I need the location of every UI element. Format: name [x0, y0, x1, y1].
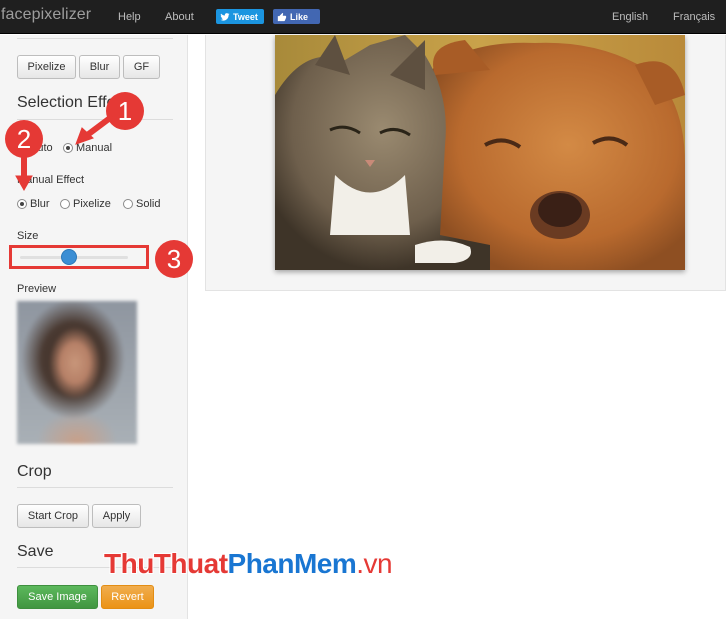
effect-solid-label: Solid [136, 198, 161, 210]
annotation-marker-3: 3 [155, 240, 193, 278]
cat-and-dog-photo[interactable] [275, 35, 685, 270]
thumbs-up-icon [277, 12, 287, 21]
nav-help-link[interactable]: Help [118, 11, 141, 23]
tweet-button[interactable]: Tweet [216, 9, 264, 24]
blurred-face-preview [17, 301, 137, 444]
manual-effect-label: Manual Effect [17, 174, 85, 186]
annotation-marker-2: 2 [5, 120, 43, 158]
watermark-part-2: PhanMem [227, 548, 357, 579]
effect-blur-radio[interactable]: Blur [17, 198, 50, 210]
pixelize-mode-button[interactable]: Pixelize [17, 55, 76, 79]
divider [17, 487, 173, 488]
tweet-label: Tweet [233, 11, 258, 22]
watermark-part-1: ThuThuat [104, 548, 228, 579]
apply-crop-button[interactable]: Apply [92, 504, 141, 528]
gf-mode-button[interactable]: GF [123, 55, 160, 79]
blur-mode-button[interactable]: Blur [79, 55, 120, 79]
nav-about-link[interactable]: About [165, 11, 194, 23]
crop-title: Crop [17, 463, 52, 480]
facebook-like-button[interactable]: Like [273, 9, 320, 24]
divider [17, 38, 173, 39]
start-crop-button[interactable]: Start Crop [17, 504, 89, 528]
effect-solid-radio[interactable]: Solid [123, 198, 160, 210]
divider [17, 119, 173, 120]
effect-pixelize-radio[interactable]: Pixelize [60, 198, 111, 210]
radio-dot [60, 199, 70, 209]
save-title: Save [17, 543, 54, 560]
watermark: ThuThuatPhanMem.vn [104, 548, 393, 580]
brand-logo[interactable]: facepixelizer [1, 6, 91, 24]
revert-button[interactable]: Revert [101, 585, 154, 609]
radio-dot-selected [63, 143, 73, 153]
radio-dot-selected [17, 199, 27, 209]
size-slider-highlight [9, 245, 149, 269]
manual-radio-label: Manual [76, 142, 113, 154]
twitter-bird-icon [220, 12, 230, 21]
effect-pixelize-label: Pixelize [73, 198, 111, 210]
lang-english-link[interactable]: English [612, 11, 648, 23]
annotation-marker-1: 1 [106, 92, 144, 130]
like-label: Like [290, 11, 309, 22]
lang-french-link[interactable]: Français [673, 11, 715, 23]
manual-radio[interactable]: Manual [63, 142, 112, 154]
size-label: Size [17, 230, 39, 242]
preview-label: Preview [17, 283, 57, 295]
top-navbar: facepixelizer Help About Tweet Like Engl… [0, 0, 726, 34]
watermark-part-3: .vn [356, 548, 393, 579]
save-image-button[interactable]: Save Image [17, 585, 98, 609]
radio-dot [123, 199, 133, 209]
effect-blur-label: Blur [30, 198, 50, 210]
